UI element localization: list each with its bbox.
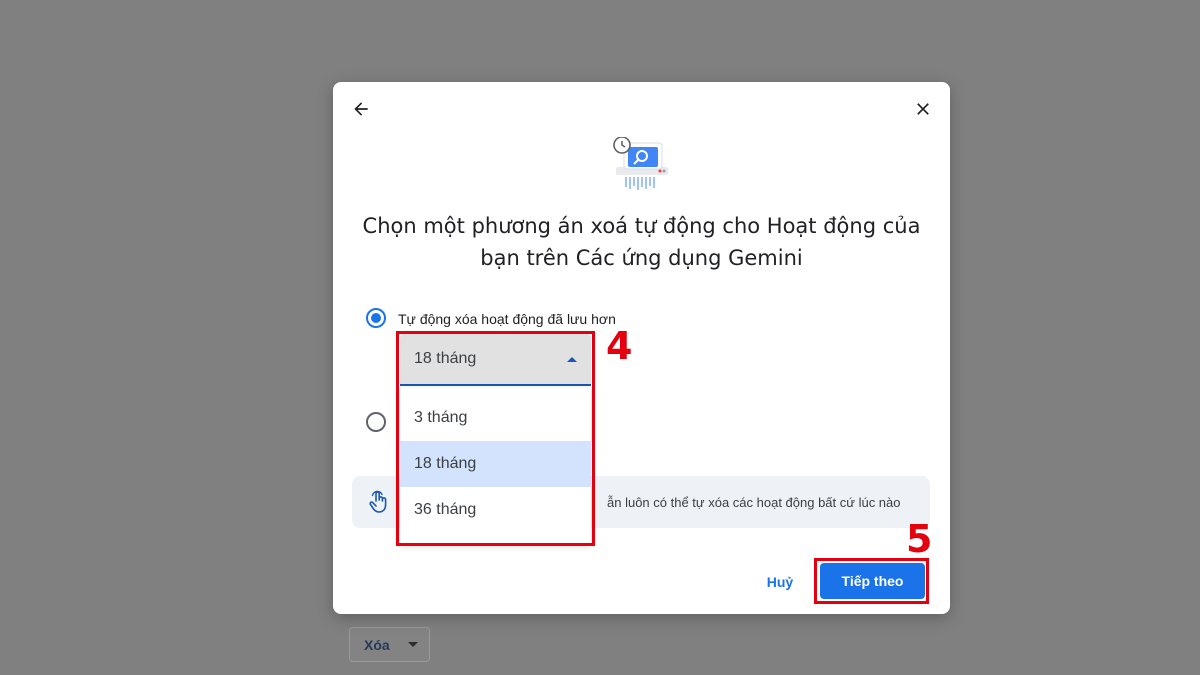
- radio-auto-delete-older-than[interactable]: [366, 308, 386, 328]
- annotation-step-5: 5: [906, 517, 933, 561]
- close-button[interactable]: [907, 93, 939, 125]
- close-icon: [917, 103, 929, 115]
- arrow-back-icon: [354, 102, 368, 116]
- touch-hand-icon: [369, 490, 387, 513]
- back-button[interactable]: [345, 93, 377, 125]
- radio-dont-auto-delete[interactable]: [366, 412, 386, 432]
- auto-delete-illustration-icon: [613, 137, 668, 190]
- dialog-title: Chọn một phương án xoá tự động cho Hoạt …: [362, 214, 921, 270]
- chevron-down-icon: [407, 642, 418, 647]
- background-delete-button: Xóa: [349, 627, 430, 662]
- option-auto-delete-label: Tự động xóa hoạt động đã lưu hơn: [398, 311, 616, 327]
- annotation-highlight-next: [814, 558, 929, 604]
- info-text: ẫn luôn có thể tự xóa các hoạt động bất …: [607, 495, 901, 510]
- annotation-highlight-dropdown: [396, 331, 595, 546]
- annotation-step-4: 4: [606, 324, 633, 368]
- cancel-button[interactable]: Huỷ: [754, 566, 806, 598]
- background-delete-label: Xóa: [364, 636, 390, 653]
